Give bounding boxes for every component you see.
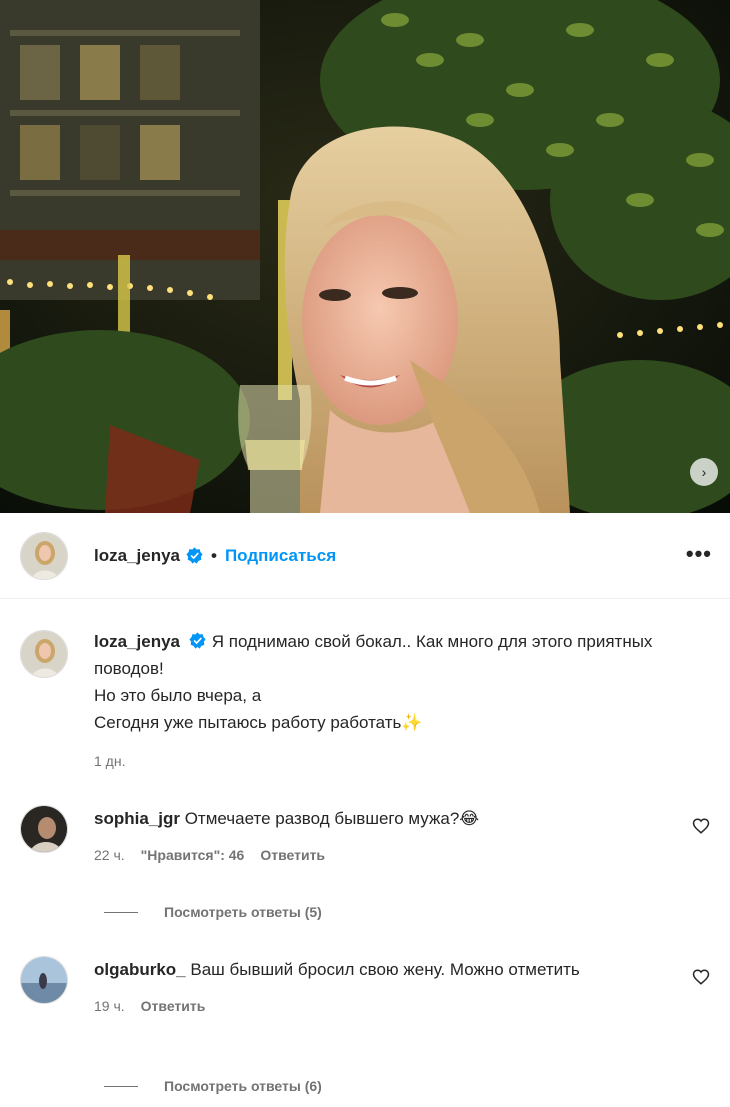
reply-button[interactable]: Ответить xyxy=(260,842,325,869)
like-heart-icon[interactable] xyxy=(692,817,710,835)
divider-line xyxy=(104,911,138,913)
caption-time: 1 дн. xyxy=(94,753,126,769)
more-options-icon[interactable]: ••• xyxy=(686,541,712,567)
avatar[interactable] xyxy=(20,531,68,580)
comment-time: 19 ч. xyxy=(94,998,125,1014)
verified-badge-icon xyxy=(186,547,203,564)
commenter-avatar[interactable] xyxy=(20,805,68,853)
view-replies-label: Посмотреть ответы (5) xyxy=(164,904,322,920)
like-heart-icon[interactable] xyxy=(692,968,710,986)
post-caption: loza_jenya Я поднимаю свой бокал.. Как м… xyxy=(20,628,710,775)
separator-dot: • xyxy=(211,545,217,565)
comment: sophia_jgr Отмечаете развод бывшего мужа… xyxy=(20,805,710,869)
commenter-username[interactable]: sophia_jgr xyxy=(94,809,180,828)
comment-text: Отмечаете развод бывшего мужа?😂 xyxy=(184,809,480,828)
divider-line xyxy=(104,1085,138,1087)
post-image xyxy=(0,0,730,513)
post-header: loza_jenya • Подписаться ••• xyxy=(0,513,730,599)
carousel-next-icon[interactable]: › xyxy=(690,458,718,486)
commenter-avatar[interactable] xyxy=(20,956,68,1004)
caption-avatar[interactable] xyxy=(20,630,68,678)
comment-likes[interactable]: "Нравится": 46 xyxy=(141,842,245,869)
caption-text-line-3: Сегодня уже пытаюсь работу работать✨ xyxy=(94,713,423,732)
comment-text: Ваш бывший бросил свою жену. Можно отмет… xyxy=(190,960,580,979)
post-author-username[interactable]: loza_jenya xyxy=(94,546,180,566)
commenter-username[interactable]: olgaburko_ xyxy=(94,960,186,979)
caption-username[interactable]: loza_jenya xyxy=(94,632,180,651)
comment: olgaburko_ Ваш бывший бросил свою жену. … xyxy=(20,956,710,1020)
reply-button[interactable]: Ответить xyxy=(141,993,206,1020)
comment-time: 22 ч. xyxy=(94,847,125,863)
view-replies-label: Посмотреть ответы (6) xyxy=(164,1078,322,1094)
view-replies-button[interactable]: Посмотреть ответы (6) xyxy=(104,1078,322,1094)
caption-text-line-2: Но это было вчера, а xyxy=(94,686,262,705)
view-replies-button[interactable]: Посмотреть ответы (5) xyxy=(104,904,322,920)
follow-button[interactable]: Подписаться xyxy=(225,546,336,566)
post-photo[interactable]: › xyxy=(0,0,730,513)
verified-badge-icon xyxy=(189,632,206,649)
